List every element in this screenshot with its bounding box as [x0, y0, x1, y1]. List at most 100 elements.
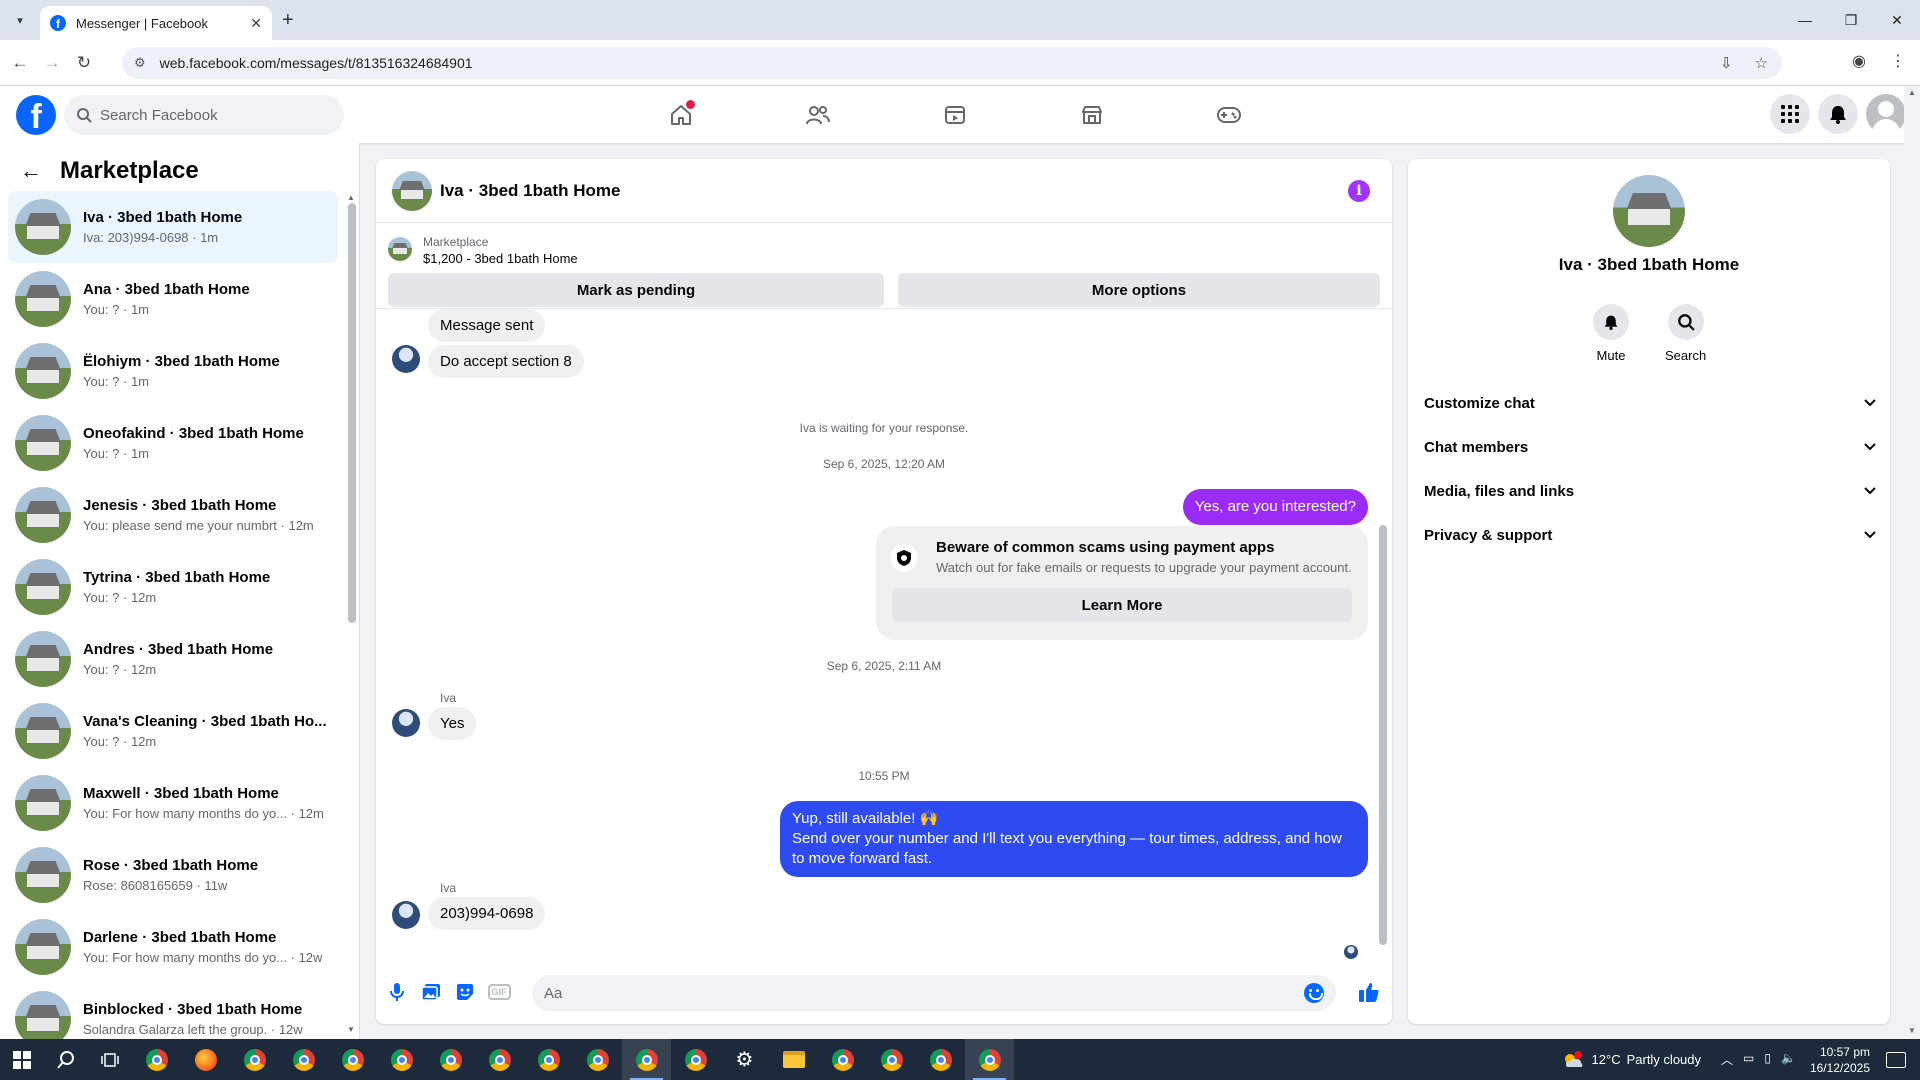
taskbar-firefox[interactable] — [181, 1039, 230, 1080]
gif-icon[interactable]: GIF — [487, 981, 511, 1003]
taskbar-chrome[interactable] — [328, 1039, 377, 1080]
nav-video[interactable] — [886, 86, 1023, 143]
scrollbar-thumb[interactable] — [348, 203, 356, 623]
chat-title[interactable]: Iva · 3bed 1bath Home — [440, 181, 620, 201]
conversation-item[interactable]: Ëlohiym · 3bed 1bath Home You: ? · 1m — [8, 335, 338, 407]
notification-center-icon[interactable] — [1886, 1051, 1906, 1068]
info-icon[interactable]: i — [1348, 180, 1370, 202]
taskbar-search-button[interactable] — [44, 1039, 88, 1080]
browser-menu-icon[interactable]: ⋮ — [1890, 51, 1906, 71]
taskbar-chrome[interactable] — [377, 1039, 426, 1080]
site-info-icon[interactable]: ⚙ — [134, 55, 146, 71]
learn-more-button[interactable]: Learn More — [892, 588, 1352, 622]
listing-title[interactable]: $1,200 - 3bed 1bath Home — [423, 251, 578, 266]
thumbs-up-icon[interactable] — [1358, 981, 1380, 1003]
facebook-search[interactable]: Search Facebook — [64, 95, 344, 135]
mark-pending-button[interactable]: Mark as pending — [388, 273, 884, 307]
conversation-item[interactable]: Vana's Cleaning · 3bed 1bath Ho... You: ?… — [8, 695, 338, 767]
sender-avatar[interactable] — [392, 901, 420, 929]
weather-widget[interactable]: 12°C Partly cloudy — [1562, 1050, 1701, 1069]
new-tab-button[interactable]: + — [282, 9, 294, 32]
bookmark-star-icon[interactable]: ☆ — [1755, 54, 1768, 72]
tab-search-button[interactable]: ▾ — [8, 8, 32, 32]
sticker-icon[interactable] — [454, 981, 476, 1003]
more-options-button[interactable]: More options — [898, 273, 1380, 307]
back-arrow-icon[interactable]: ← — [20, 158, 42, 184]
facebook-logo-icon[interactable]: f — [16, 95, 56, 135]
detail-section[interactable]: Customize chat — [1424, 381, 1876, 425]
contact-avatar[interactable] — [1613, 175, 1685, 247]
taskbar-chrome[interactable] — [524, 1039, 573, 1080]
conversation-item[interactable]: Andres · 3bed 1bath Home You: ? · 12m — [8, 623, 338, 695]
conversation-item[interactable]: Rose · 3bed 1bath Home Rose: 8608165659 ·… — [8, 839, 338, 911]
taskbar-file-explorer[interactable] — [769, 1039, 818, 1080]
sender-avatar[interactable] — [392, 345, 420, 373]
taskbar-chrome[interactable] — [132, 1039, 181, 1080]
taskbar-chrome[interactable] — [867, 1039, 916, 1080]
conversation-item[interactable]: Iva · 3bed 1bath Home Iva: 203)994-0698 ·… — [8, 191, 338, 263]
url-text[interactable]: web.facebook.com/messages/t/813516324684… — [160, 55, 1720, 71]
chevron-down-icon — [1864, 396, 1876, 410]
menu-button[interactable] — [1770, 94, 1810, 134]
install-app-icon[interactable]: ⇩ — [1720, 54, 1733, 72]
conversation-item[interactable]: Oneofakind · 3bed 1bath Home You: ? · 1m — [8, 407, 338, 479]
close-window-icon[interactable]: ✕ — [1874, 0, 1920, 40]
battery-icon[interactable]: ▯ — [1764, 1051, 1771, 1068]
volume-icon[interactable]: 🔈 — [1781, 1051, 1796, 1068]
browser-tab[interactable]: f Messenger | Facebook ✕ — [40, 6, 272, 40]
conversation-item[interactable]: Jenesis · 3bed 1bath Home You: please sen… — [8, 479, 338, 551]
nav-gaming[interactable] — [1160, 86, 1297, 143]
taskbar-chrome[interactable] — [965, 1039, 1014, 1080]
taskbar-chrome[interactable] — [426, 1039, 475, 1080]
chevron-up-icon[interactable]: ︿ — [1721, 1051, 1733, 1068]
listing-thumbnail[interactable] — [388, 237, 412, 261]
search-in-chat-button[interactable]: Search — [1665, 304, 1706, 363]
taskbar-chrome[interactable] — [475, 1039, 524, 1080]
forward-icon[interactable]: → — [40, 51, 64, 75]
nav-friends[interactable] — [749, 86, 886, 143]
network-icon[interactable]: ▭ — [1743, 1051, 1754, 1068]
nav-marketplace[interactable] — [1023, 86, 1160, 143]
taskbar-settings[interactable]: ⚙ — [720, 1039, 769, 1080]
profile-icon[interactable]: ◉ — [1852, 51, 1866, 71]
conversation-item[interactable]: Darlene · 3bed 1bath Home You: For how ma… — [8, 911, 338, 983]
account-avatar[interactable] — [1866, 94, 1906, 134]
detail-section[interactable]: Media, files and links — [1424, 469, 1876, 513]
scroll-down-icon[interactable]: ▼ — [1908, 1026, 1916, 1035]
taskbar-chrome[interactable] — [916, 1039, 965, 1080]
mute-button[interactable]: Mute — [1593, 304, 1629, 363]
conversation-item[interactable]: Ana · 3bed 1bath Home You: ? · 1m — [8, 263, 338, 335]
taskbar-chrome[interactable] — [573, 1039, 622, 1080]
scroll-up-icon[interactable]: ▲ — [347, 193, 355, 202]
taskbar-chrome[interactable] — [622, 1039, 671, 1080]
taskbar-chrome[interactable] — [818, 1039, 867, 1080]
detail-section[interactable]: Privacy & support — [1424, 513, 1876, 557]
reload-icon[interactable]: ↻ — [72, 51, 96, 75]
microphone-icon[interactable] — [386, 981, 408, 1003]
address-bar[interactable]: ⚙ web.facebook.com/messages/t/8135163246… — [122, 47, 1782, 79]
photo-icon[interactable] — [420, 981, 442, 1003]
chat-scrollbar-thumb[interactable] — [1379, 525, 1387, 945]
back-icon[interactable]: ← — [8, 51, 32, 75]
taskbar-chrome[interactable] — [279, 1039, 328, 1080]
minimize-icon[interactable]: — — [1782, 0, 1828, 40]
sender-avatar[interactable] — [392, 709, 420, 737]
scroll-up-icon[interactable]: ▲ — [1908, 88, 1916, 97]
scroll-down-icon[interactable]: ▼ — [347, 1025, 355, 1034]
nav-home[interactable] — [612, 86, 749, 143]
clock[interactable]: 10:57 pm 16/12/2025 — [1810, 1044, 1870, 1076]
detail-section[interactable]: Chat members — [1424, 425, 1876, 469]
conversation-item[interactable]: Tytrina · 3bed 1bath Home You: ? · 12m — [8, 551, 338, 623]
conversation-item[interactable]: Maxwell · 3bed 1bath Home You: For how ma… — [8, 767, 338, 839]
notifications-button[interactable] — [1818, 94, 1858, 134]
task-view-button[interactable] — [88, 1039, 132, 1080]
restore-icon[interactable]: ❐ — [1828, 0, 1874, 40]
taskbar-chrome[interactable] — [230, 1039, 279, 1080]
emoji-icon[interactable] — [1304, 983, 1324, 1003]
taskbar-chrome[interactable] — [671, 1039, 720, 1080]
page-scrollbar[interactable]: ▲ ▼ — [1904, 86, 1920, 1039]
chat-avatar[interactable] — [392, 171, 432, 211]
tab-close-icon[interactable]: ✕ — [250, 15, 262, 32]
message-input[interactable]: Aa — [532, 975, 1336, 1011]
start-button[interactable] — [0, 1039, 44, 1080]
